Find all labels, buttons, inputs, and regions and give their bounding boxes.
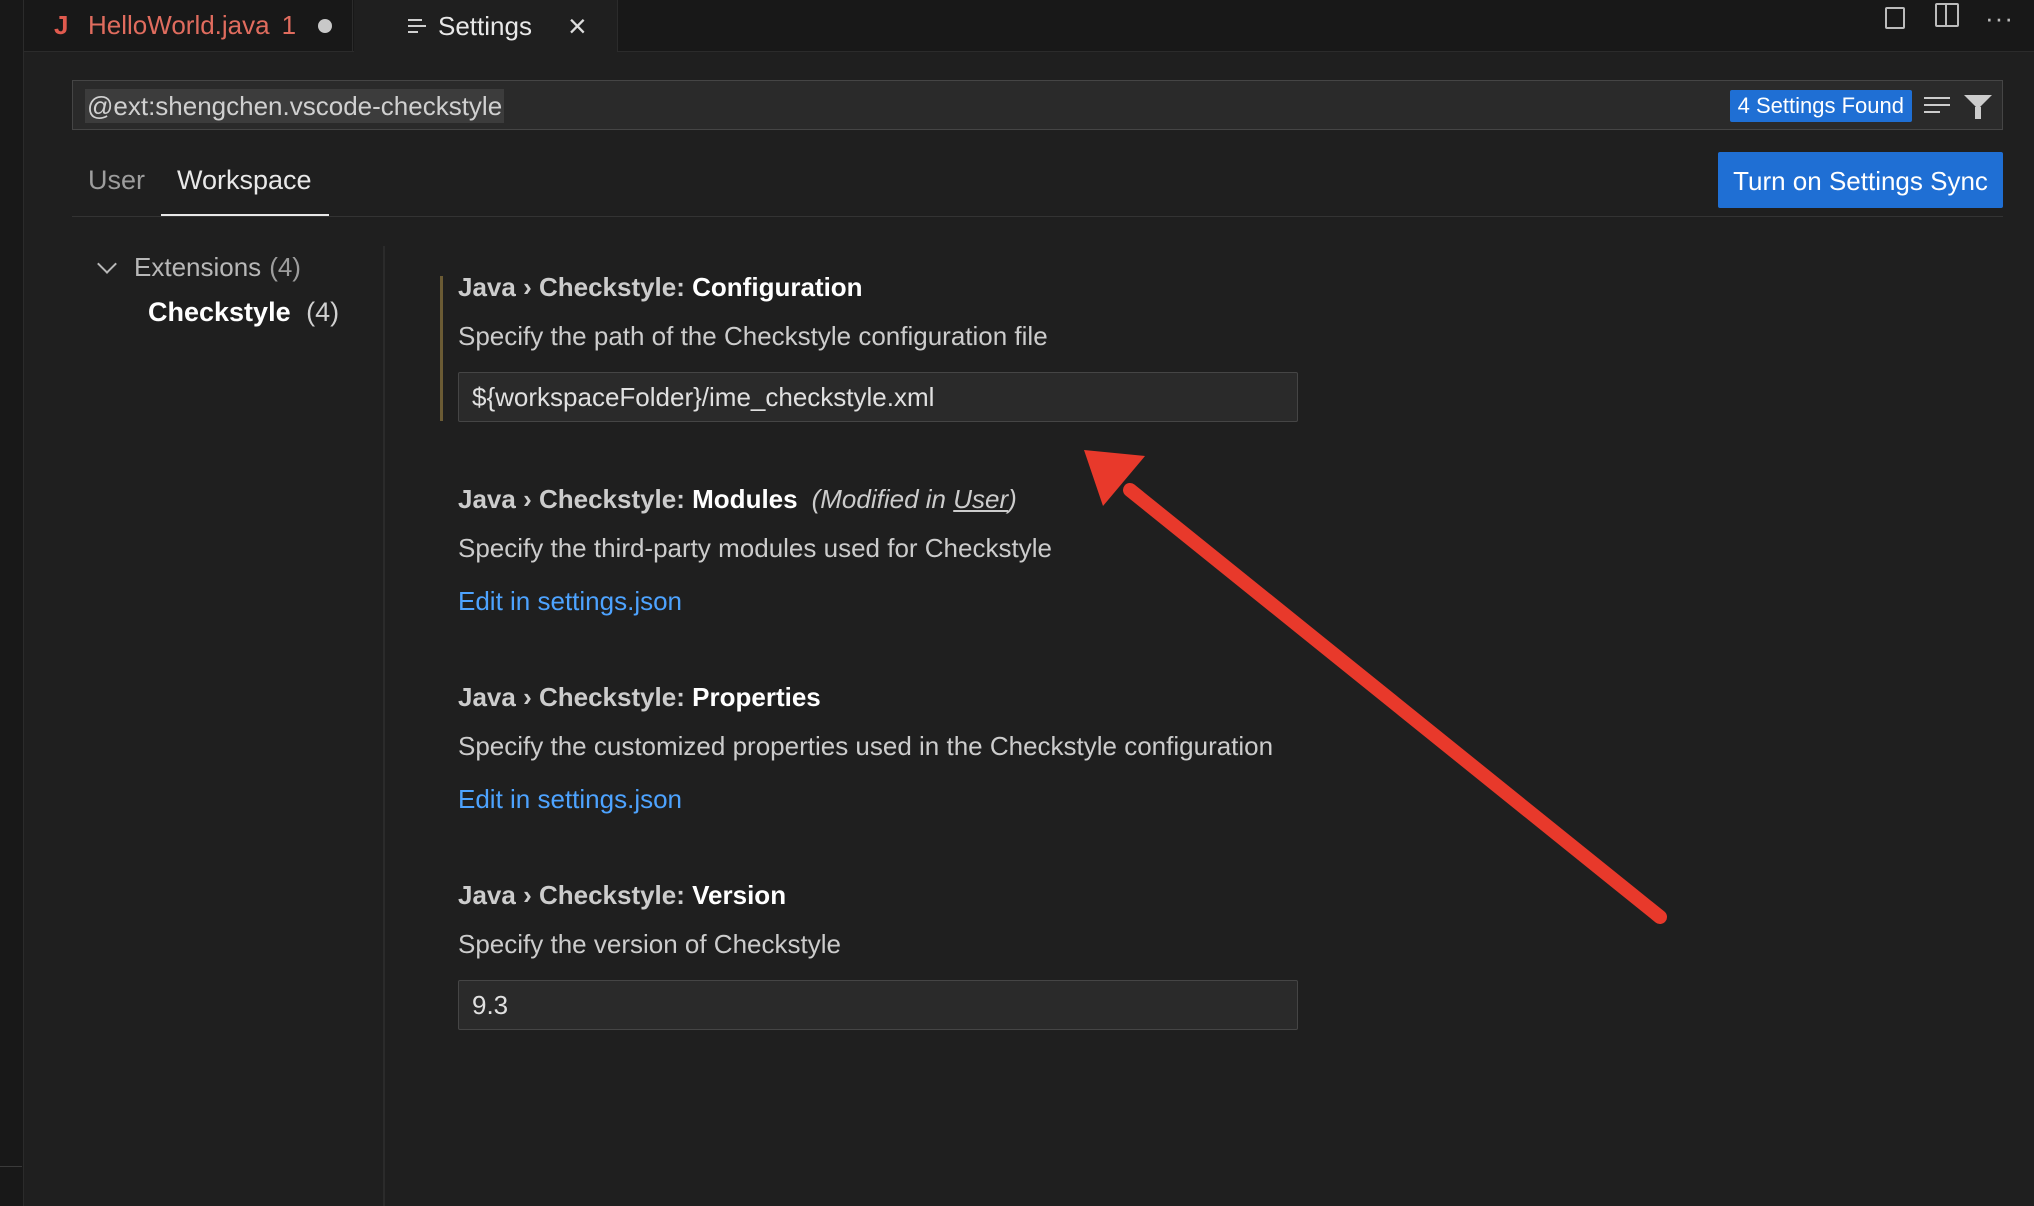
annotation-arrow — [1084, 450, 1667, 924]
arrow-shaft — [1123, 483, 1667, 924]
